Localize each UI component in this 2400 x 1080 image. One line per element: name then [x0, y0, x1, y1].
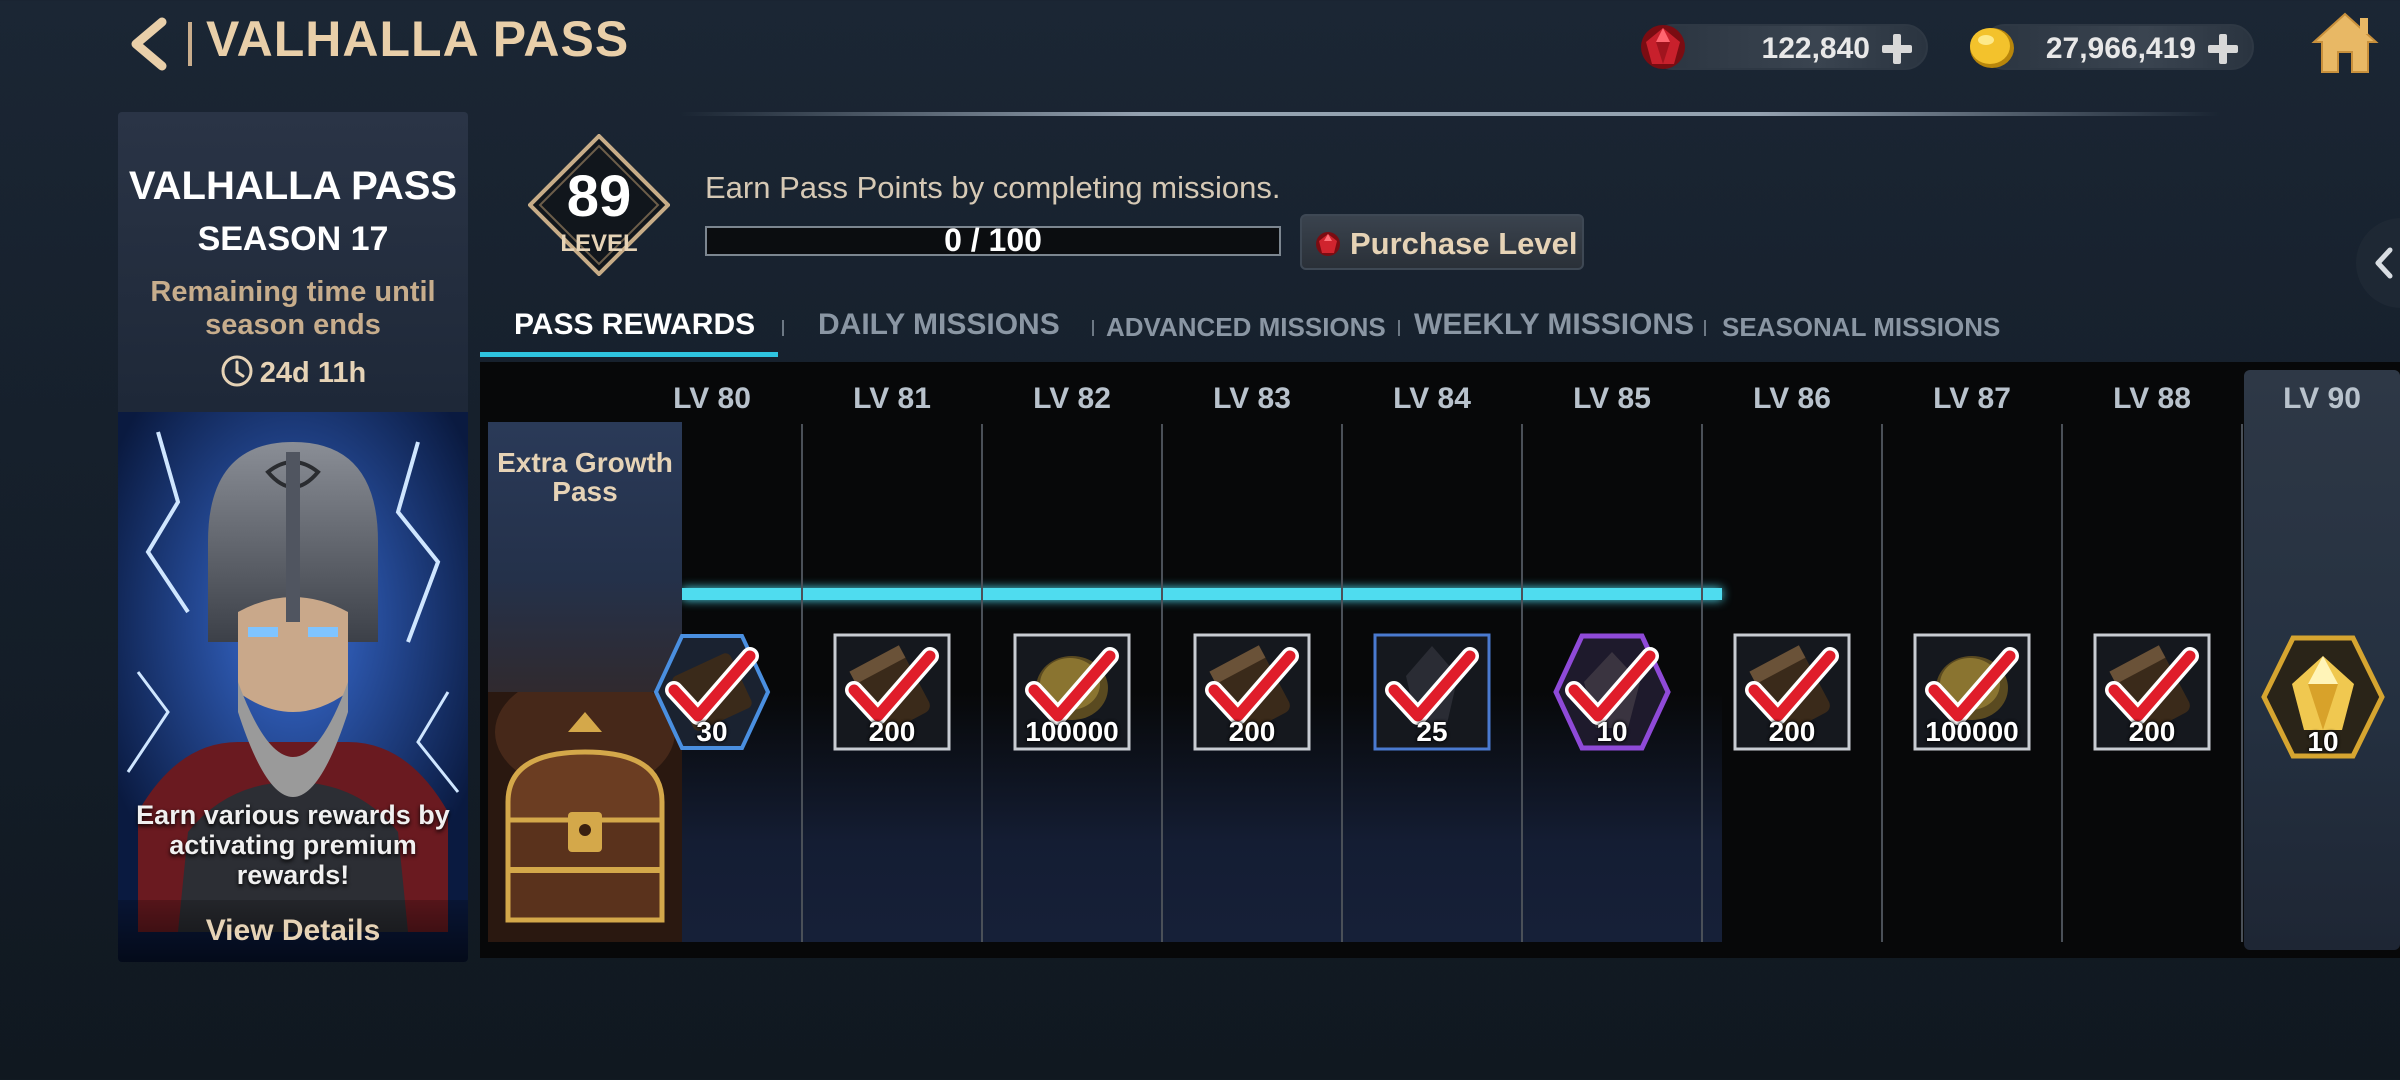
reward-amount: 25 — [1416, 716, 1448, 747]
reward-amount: 200 — [1228, 716, 1276, 747]
reward-tile[interactable]: 100000 — [1912, 632, 2032, 752]
remaining-time-label: Remaining time until season ends — [150, 276, 436, 341]
level-label: LV 82 — [1033, 382, 1111, 415]
remaining-time: 24d 11h — [118, 354, 468, 390]
reward-amount: 10 — [1596, 716, 1628, 747]
tab-daily-missions[interactable]: DAILY MISSIONS — [818, 308, 1060, 342]
tab-separator — [1704, 320, 1706, 336]
season-pass-title: VALHALLA PASS — [128, 164, 458, 208]
tab-seasonal-missions[interactable]: SEASONAL MISSIONS — [1722, 312, 2000, 343]
progress-track-bar — [682, 588, 1722, 600]
lv90-reward-amount: 10 — [2307, 726, 2339, 757]
side-expand-tab[interactable] — [2356, 218, 2400, 308]
tab-weekly-missions[interactable]: WEEKLY MISSIONS — [1414, 308, 1694, 342]
header-glow-line — [680, 112, 2220, 116]
tab-separator — [782, 320, 784, 336]
reward-tile[interactable]: 100000 — [1012, 632, 1132, 752]
column-divider — [2061, 424, 2063, 942]
tab-separator — [1398, 320, 1400, 336]
reward-tile[interactable]: 200 — [1732, 632, 1852, 752]
tab-advanced-missions[interactable]: ADVANCED MISSIONS — [1106, 312, 1386, 343]
gem-amount: 122,840 — [1761, 32, 1870, 65]
clock-icon — [221, 355, 253, 387]
tab-separator — [1092, 320, 1094, 336]
level-label: LV 84 — [1393, 382, 1471, 415]
level-label: LV 80 — [673, 382, 751, 415]
level-label: LV 88 — [2113, 382, 2191, 415]
remaining-time-value: 24d 11h — [259, 357, 367, 389]
pass-points-progress-bar: 0 / 100 — [705, 222, 1281, 258]
premium-rewards-text: Earn various rewards by activating premi… — [136, 800, 450, 890]
season-number: SEASON 17 — [197, 220, 389, 258]
column-divider — [1161, 424, 1163, 942]
level-label: LV 86 — [1753, 382, 1831, 415]
reward-amount: 100000 — [1025, 716, 1119, 747]
view-details-button[interactable]: View Details — [118, 900, 468, 962]
add-gems-button[interactable] — [1880, 32, 1914, 66]
extra-growth-pass-label: Extra Growth Pass — [497, 447, 673, 507]
reward-tile[interactable]: 200 — [2092, 632, 2212, 752]
lv90-special-panel[interactable]: LV 90 10 — [2244, 370, 2400, 950]
gold-currency: 27,966,419 — [1970, 24, 2254, 70]
reward-amount: 30 — [696, 716, 728, 747]
reward-tile[interactable]: 200 — [1192, 632, 1312, 752]
reward-amount: 200 — [1768, 716, 1816, 747]
level-label: LV 85 — [1573, 382, 1651, 415]
column-divider — [1341, 424, 1343, 942]
level-label: LV 81 — [853, 382, 931, 415]
column-divider — [2241, 424, 2243, 942]
rewards-track[interactable]: Extra Growth Pass LV 80 30 LV 81 200 LV 82 10… — [480, 362, 2400, 958]
title-separator — [188, 22, 192, 66]
red-gem-icon — [1641, 25, 1685, 69]
level-label: LV 87 — [1933, 382, 2011, 415]
tab-pass-rewards[interactable]: PASS REWARDS — [514, 308, 755, 342]
active-tab-underline — [480, 352, 778, 357]
reward-tile[interactable]: 30 — [652, 632, 772, 752]
gem-currency: 122,840 — [1641, 24, 1928, 70]
chevron-left-icon — [2375, 247, 2393, 279]
back-icon[interactable] — [122, 16, 178, 72]
home-icon[interactable] — [2310, 10, 2380, 76]
purchase-level-label: Purchase Level — [1350, 226, 1578, 261]
add-gold-button[interactable] — [2206, 32, 2240, 66]
gold-coin-icon — [1970, 28, 2014, 68]
mission-tabs: PASS REWARDS DAILY MISSIONS ADVANCED MIS… — [480, 300, 2400, 360]
column-divider — [981, 424, 983, 942]
reward-amount: 200 — [868, 716, 916, 747]
level-number: 89 — [566, 164, 632, 229]
lv90-label: LV 90 — [2283, 382, 2361, 415]
pass-points-description: Earn Pass Points by completing missions. — [705, 170, 1281, 205]
column-divider — [1521, 424, 1523, 942]
level-label: LV 83 — [1213, 382, 1291, 415]
reward-tile[interactable]: 200 — [832, 632, 952, 752]
red-gem-icon — [1316, 232, 1340, 256]
reward-tile[interactable]: 10 — [1552, 632, 1672, 752]
reward-tile[interactable]: 25 — [1372, 632, 1492, 752]
level-label: LEVEL — [560, 230, 638, 257]
column-divider — [801, 424, 803, 942]
lv90-reward[interactable]: 10 — [2258, 632, 2388, 762]
page-title: VALHALLA PASS — [206, 11, 630, 67]
gold-amount: 27,966,419 — [2045, 32, 2196, 65]
column-divider — [1881, 424, 1883, 942]
column-divider — [1701, 424, 1703, 942]
reward-amount: 200 — [2128, 716, 2176, 747]
season-panel: VALHALLA PASS SEASON 17 Remaining time u… — [118, 112, 468, 962]
top-bar: VALHALLA PASS 122,840 27,966,419 — [0, 0, 2400, 100]
purchase-level-button[interactable]: Purchase Level — [1300, 214, 1584, 270]
reward-amount: 100000 — [1925, 716, 2019, 747]
progress-text: 0 / 100 — [944, 222, 1042, 258]
